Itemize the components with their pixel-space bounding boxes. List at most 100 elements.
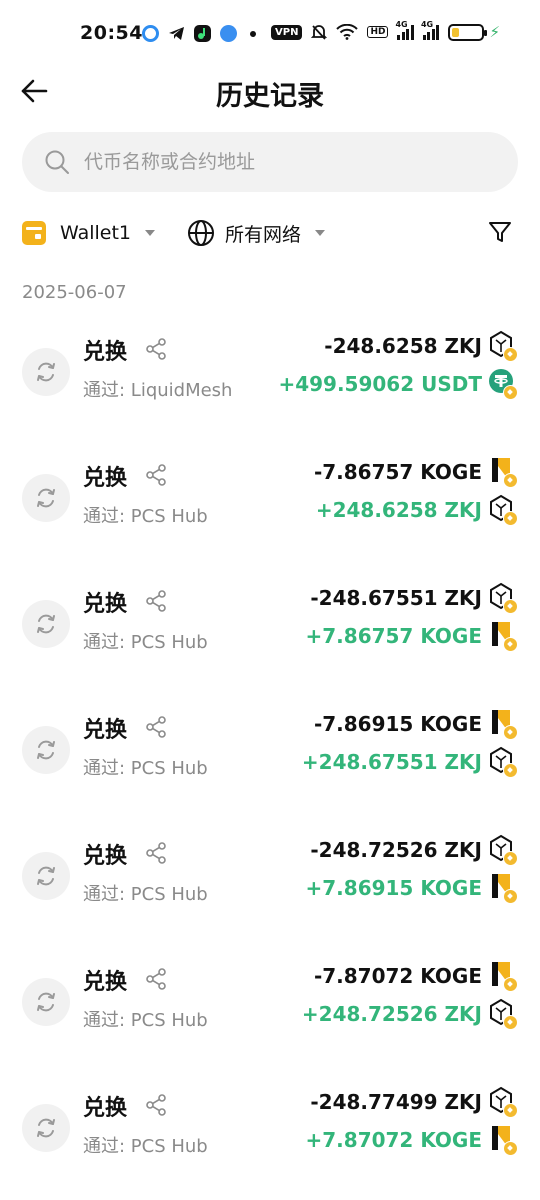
koge-icon <box>488 872 518 904</box>
wallet-label: Wallet1 <box>60 222 131 244</box>
zkj-icon <box>488 1086 518 1118</box>
bnb-chain-icon <box>503 511 518 526</box>
amount-in: +7.87072 KOGE <box>305 1128 483 1152</box>
bnb-chain-icon <box>503 473 518 488</box>
transaction-type: 兑换 <box>83 718 128 743</box>
transaction-via: 通过: PCS Hub <box>83 632 208 653</box>
amount-out: -7.87072 KOGE <box>313 964 482 988</box>
status-time: 20:54 <box>80 22 143 44</box>
zkj-icon <box>488 582 518 614</box>
share-icon[interactable] <box>145 1094 167 1116</box>
wallet-icon <box>22 221 46 245</box>
share-icon[interactable] <box>145 716 167 738</box>
filter-icon[interactable] <box>488 220 512 244</box>
transaction-type: 兑换 <box>83 340 128 365</box>
search-input[interactable] <box>84 151 484 173</box>
mute-bell-icon <box>311 24 328 40</box>
signal-1-icon: 4G <box>395 20 414 40</box>
transaction-via: 通过: PCS Hub <box>83 758 208 779</box>
swap-icon <box>22 600 70 648</box>
amount-out: -248.67551 ZKJ <box>310 586 482 610</box>
wallet-selector[interactable]: Wallet1 <box>22 221 155 245</box>
transaction-row[interactable]: 兑换 通过: PCS Hub -248.72526 ZKJ +7.86915 K… <box>0 826 540 952</box>
transaction-row[interactable]: 兑换 通过: PCS Hub -7.86757 KOGE +248.6258 Z… <box>0 448 540 574</box>
transaction-type: 兑换 <box>83 844 128 869</box>
transaction-type: 兑换 <box>83 466 128 491</box>
zkj-icon <box>488 330 518 362</box>
amount-in: +248.6258 ZKJ <box>315 498 482 522</box>
swap-icon <box>22 474 70 522</box>
transaction-row[interactable]: 兑换 通过: LiquidMesh -248.6258 ZKJ +499.590… <box>0 322 540 448</box>
amount-in: +7.86757 KOGE <box>305 624 483 648</box>
transaction-type: 兑换 <box>83 970 128 995</box>
chevron-down-icon <box>315 230 326 236</box>
amount-out: -7.86915 KOGE <box>313 712 482 736</box>
amount-out: -248.72526 ZKJ <box>310 838 482 862</box>
status-bar: 20:54 VPN HD 4G 4G ⚡ <box>0 0 540 70</box>
filter-bar: Wallet1 所有网络 <box>22 214 518 252</box>
swap-icon <box>22 978 70 1026</box>
transaction-row[interactable]: 兑换 通过: PCS Hub -248.77499 ZKJ +7.87072 K… <box>0 1078 540 1200</box>
transaction-row[interactable]: 兑换 通过: PCS Hub -248.67551 ZKJ +7.86757 K… <box>0 574 540 700</box>
bnb-chain-icon <box>503 725 518 740</box>
globe-icon <box>188 220 214 246</box>
chevron-down-icon <box>145 230 155 236</box>
bnb-chain-icon <box>503 1015 518 1030</box>
share-icon[interactable] <box>145 842 167 864</box>
bnb-chain-icon <box>503 637 518 652</box>
share-icon[interactable] <box>145 968 167 990</box>
amount-out: -7.86757 KOGE <box>313 460 482 484</box>
koge-icon <box>488 620 518 652</box>
usdt-icon <box>488 368 518 400</box>
swap-icon <box>22 1104 70 1152</box>
amount-out: -248.77499 ZKJ <box>310 1090 482 1114</box>
wifi-icon <box>336 24 359 40</box>
share-icon[interactable] <box>145 590 167 612</box>
zkj-icon <box>488 834 518 866</box>
music-app-icon <box>194 25 211 42</box>
amount-out: -248.6258 ZKJ <box>324 334 482 358</box>
transaction-type: 兑换 <box>83 592 128 617</box>
transaction-row[interactable]: 兑换 通过: PCS Hub -7.87072 KOGE +248.72526 … <box>0 952 540 1078</box>
telegram-icon <box>168 25 185 42</box>
more-notifications-icon <box>250 31 256 37</box>
app-notification-icon <box>142 25 159 42</box>
zkj-icon <box>488 746 518 778</box>
koge-icon <box>488 960 518 992</box>
koge-icon <box>488 456 518 488</box>
transaction-via: 通过: PCS Hub <box>83 1010 208 1031</box>
amount-in: +7.86915 KOGE <box>305 876 483 900</box>
transaction-via: 通过: PCS Hub <box>83 1136 208 1157</box>
charging-icon: ⚡ <box>489 23 500 41</box>
zkj-icon <box>488 998 518 1030</box>
vpn-icon: VPN <box>271 24 303 40</box>
transaction-row[interactable]: 兑换 通过: PCS Hub -7.86915 KOGE +248.67551 … <box>0 700 540 826</box>
transaction-via: 通过: LiquidMesh <box>83 380 233 401</box>
bnb-chain-icon <box>503 763 518 778</box>
browser-app-icon <box>220 25 237 42</box>
date-group-header: 2025-06-07 <box>22 282 127 303</box>
signal-2-icon: 4G <box>421 20 440 40</box>
zkj-icon <box>488 494 518 526</box>
amount-in: +248.67551 ZKJ <box>301 750 482 774</box>
transaction-type: 兑换 <box>83 1096 128 1121</box>
search-bar[interactable] <box>22 132 518 192</box>
bnb-chain-icon <box>503 889 518 904</box>
koge-icon <box>488 708 518 740</box>
bnb-chain-icon <box>503 347 518 362</box>
transaction-via: 通过: PCS Hub <box>83 884 208 905</box>
page-title: 历史记录 <box>216 81 324 112</box>
share-icon[interactable] <box>145 464 167 486</box>
swap-icon <box>22 348 70 396</box>
network-selector[interactable]: 所有网络 <box>187 219 326 247</box>
bnb-chain-icon <box>503 1141 518 1156</box>
bnb-chain-icon <box>503 977 518 992</box>
amount-in: +499.59062 USDT <box>278 372 482 396</box>
bnb-chain-icon <box>503 385 518 400</box>
swap-icon <box>22 852 70 900</box>
amount-in: +248.72526 ZKJ <box>301 1002 482 1026</box>
battery-icon <box>448 23 488 41</box>
bnb-chain-icon <box>503 1103 518 1118</box>
koge-icon <box>488 1124 518 1156</box>
share-icon[interactable] <box>145 338 167 360</box>
